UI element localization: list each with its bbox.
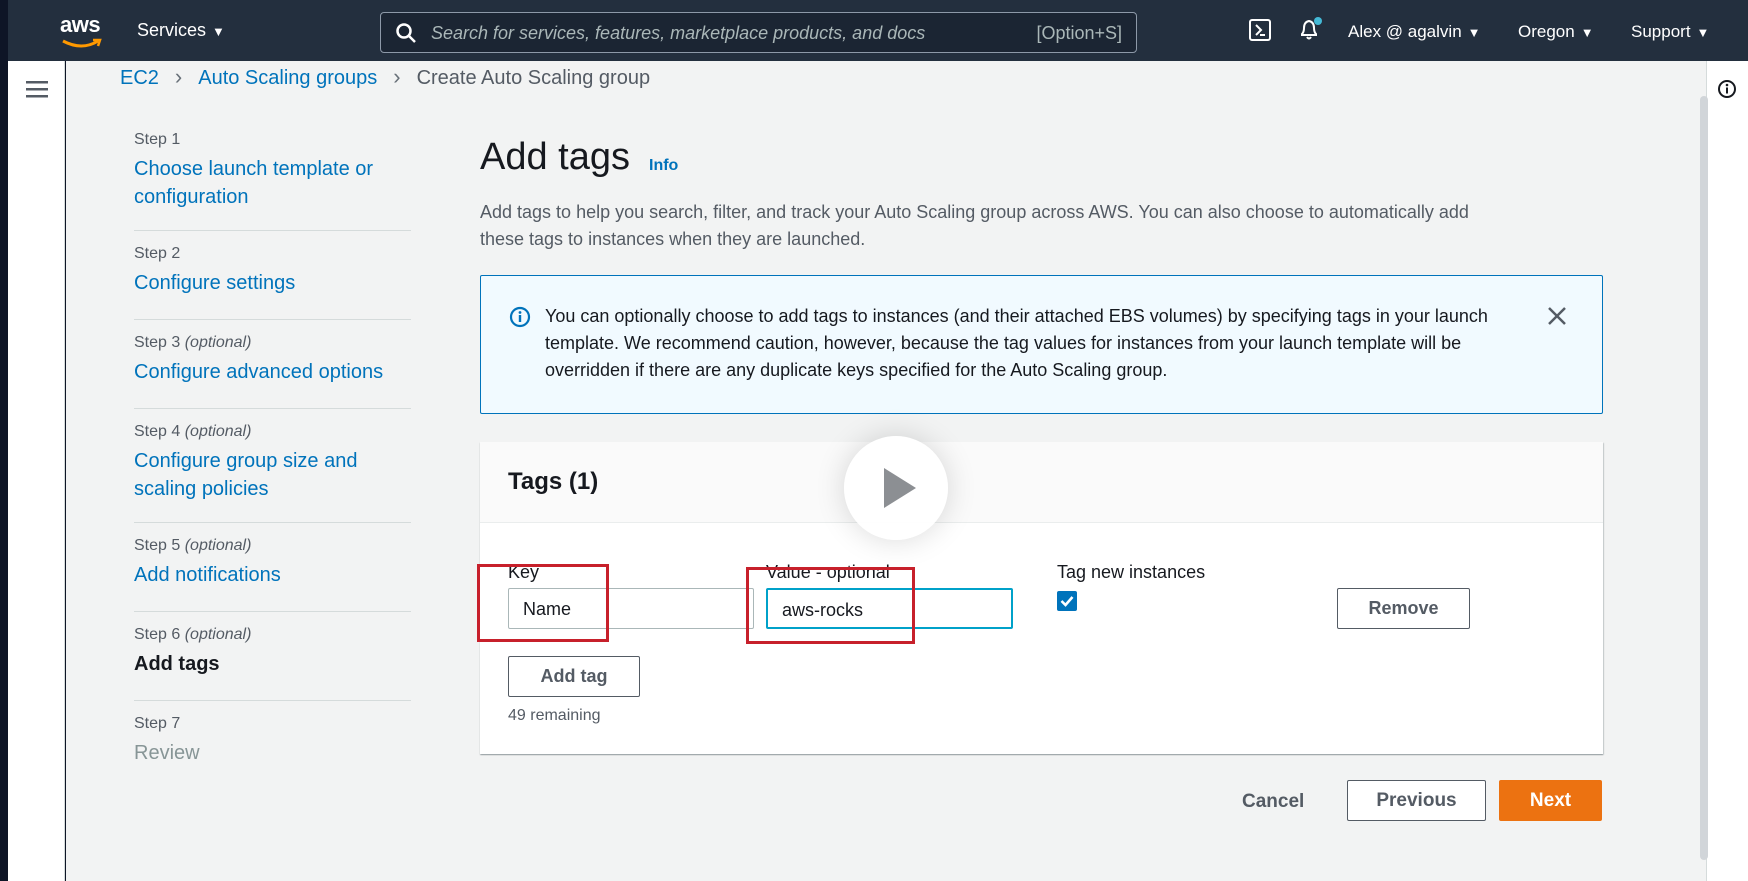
aws-logo[interactable]: aws — [60, 14, 110, 50]
search-icon — [396, 23, 416, 43]
step-link-configure-group-size[interactable]: Configure group size and scaling policies — [134, 447, 411, 503]
step-label: Step 4 (optional) — [134, 423, 252, 440]
divider — [134, 408, 411, 409]
step-label: Step 2 — [134, 245, 181, 262]
checkmark-icon — [1060, 596, 1074, 607]
step-link-add-notifications[interactable]: Add notifications — [134, 561, 411, 589]
previous-button[interactable]: Previous — [1347, 780, 1486, 821]
alert-text: You can optionally choose to add tags to… — [545, 306, 1488, 380]
info-link[interactable]: Info — [649, 157, 678, 175]
info-circle-icon — [509, 306, 531, 328]
scrollbar[interactable] — [1700, 96, 1708, 860]
tag-new-instances-checkbox[interactable] — [1057, 591, 1077, 611]
left-rail — [8, 61, 65, 881]
step-label: Step 3 (optional) — [134, 334, 252, 351]
chevron-right-icon: › — [174, 64, 183, 89]
info-alert: You can optionally choose to add tags to… — [480, 275, 1603, 414]
tags-panel: Tags (1) Key Value - optional Tag new in… — [477, 442, 1603, 754]
chevron-right-icon: › — [393, 64, 401, 89]
step-review: Review — [134, 742, 200, 764]
caret-down-icon: ▼ — [1467, 25, 1481, 40]
caret-down-icon: ▼ — [1580, 25, 1594, 40]
divider — [134, 230, 411, 231]
step-7: Step 7 Review — [134, 715, 411, 767]
cloudshell-icon[interactable] — [1248, 18, 1272, 42]
search-shortcut: [Option+S] — [1036, 23, 1122, 43]
breadcrumb-current: Create Auto Scaling group — [416, 67, 651, 89]
add-tag-button[interactable]: Add tag — [508, 656, 640, 697]
tags-remaining: 49 remaining — [508, 707, 601, 724]
step-6: Step 6 (optional) Add tags — [134, 626, 411, 678]
step-3: Step 3 (optional) Configure advanced opt… — [134, 334, 411, 386]
step-link-configure-settings[interactable]: Configure settings — [134, 269, 411, 297]
breadcrumb-auto-scaling-groups[interactable]: Auto Scaling groups — [198, 67, 377, 89]
page-description: Add tags to help you search, filter, and… — [480, 202, 1469, 249]
services-menu[interactable]: Services ▼ — [137, 20, 225, 41]
support-menu[interactable]: Support ▼ — [1631, 22, 1709, 42]
video-play-button[interactable] — [844, 436, 948, 540]
aws-smile-icon — [62, 38, 102, 48]
menu-hamburger-icon[interactable] — [26, 79, 48, 99]
tags-panel-header: Tags (1) — [480, 442, 1603, 523]
step-4: Step 4 (optional) Configure group size a… — [134, 423, 411, 503]
notifications-bell-icon[interactable] — [1296, 16, 1324, 44]
divider — [134, 319, 411, 320]
remove-button[interactable]: Remove — [1337, 588, 1470, 629]
region-menu[interactable]: Oregon ▼ — [1518, 22, 1594, 42]
step-label: Step 7 — [134, 715, 181, 732]
step-label: Step 6 (optional) — [134, 626, 252, 643]
divider — [134, 522, 411, 523]
step-label: Step 5 (optional) — [134, 537, 252, 554]
next-button[interactable]: Next — [1499, 780, 1602, 821]
top-navigation: aws Services ▼ Search for services, featu… — [8, 0, 1748, 61]
caret-down-icon: ▼ — [1696, 25, 1710, 40]
tags-heading: Tags (1) — [508, 468, 599, 495]
breadcrumb: EC2 › Auto Scaling groups › Create Auto Scal… — [120, 64, 650, 90]
divider — [134, 700, 411, 701]
highlight-box-value — [746, 567, 915, 644]
step-2: Step 2 Configure settings — [134, 245, 411, 297]
step-5: Step 5 (optional) Add notifications — [134, 537, 411, 589]
step-link-choose-launch-template[interactable]: Choose launch template or configuration — [134, 155, 411, 211]
search-placeholder: Search for services, features, marketpla… — [431, 23, 926, 43]
account-menu[interactable]: Alex @ agalvin ▼ — [1348, 22, 1481, 42]
close-icon[interactable] — [1547, 306, 1567, 326]
breadcrumb-ec2[interactable]: EC2 — [120, 67, 159, 89]
info-panel-icon[interactable] — [1717, 79, 1737, 99]
main-content: EC2 › Auto Scaling groups › Create Auto Scal… — [66, 61, 1706, 881]
step-label: Step 1 — [134, 131, 181, 148]
play-icon — [884, 468, 916, 508]
caret-down-icon: ▼ — [212, 24, 225, 39]
tag-new-instances-label: Tag new instances — [1057, 562, 1206, 582]
search-input[interactable]: Search for services, features, marketpla… — [380, 12, 1137, 53]
step-1: Step 1 Choose launch template or configur… — [134, 131, 411, 211]
divider — [134, 611, 411, 612]
step-link-configure-advanced-options[interactable]: Configure advanced options — [134, 358, 411, 386]
page-title: Add tags — [480, 136, 630, 178]
highlight-box-key — [477, 564, 609, 642]
right-rail — [1706, 61, 1748, 881]
cancel-button[interactable]: Cancel — [1242, 791, 1304, 813]
step-current-add-tags: Add tags — [134, 653, 220, 675]
